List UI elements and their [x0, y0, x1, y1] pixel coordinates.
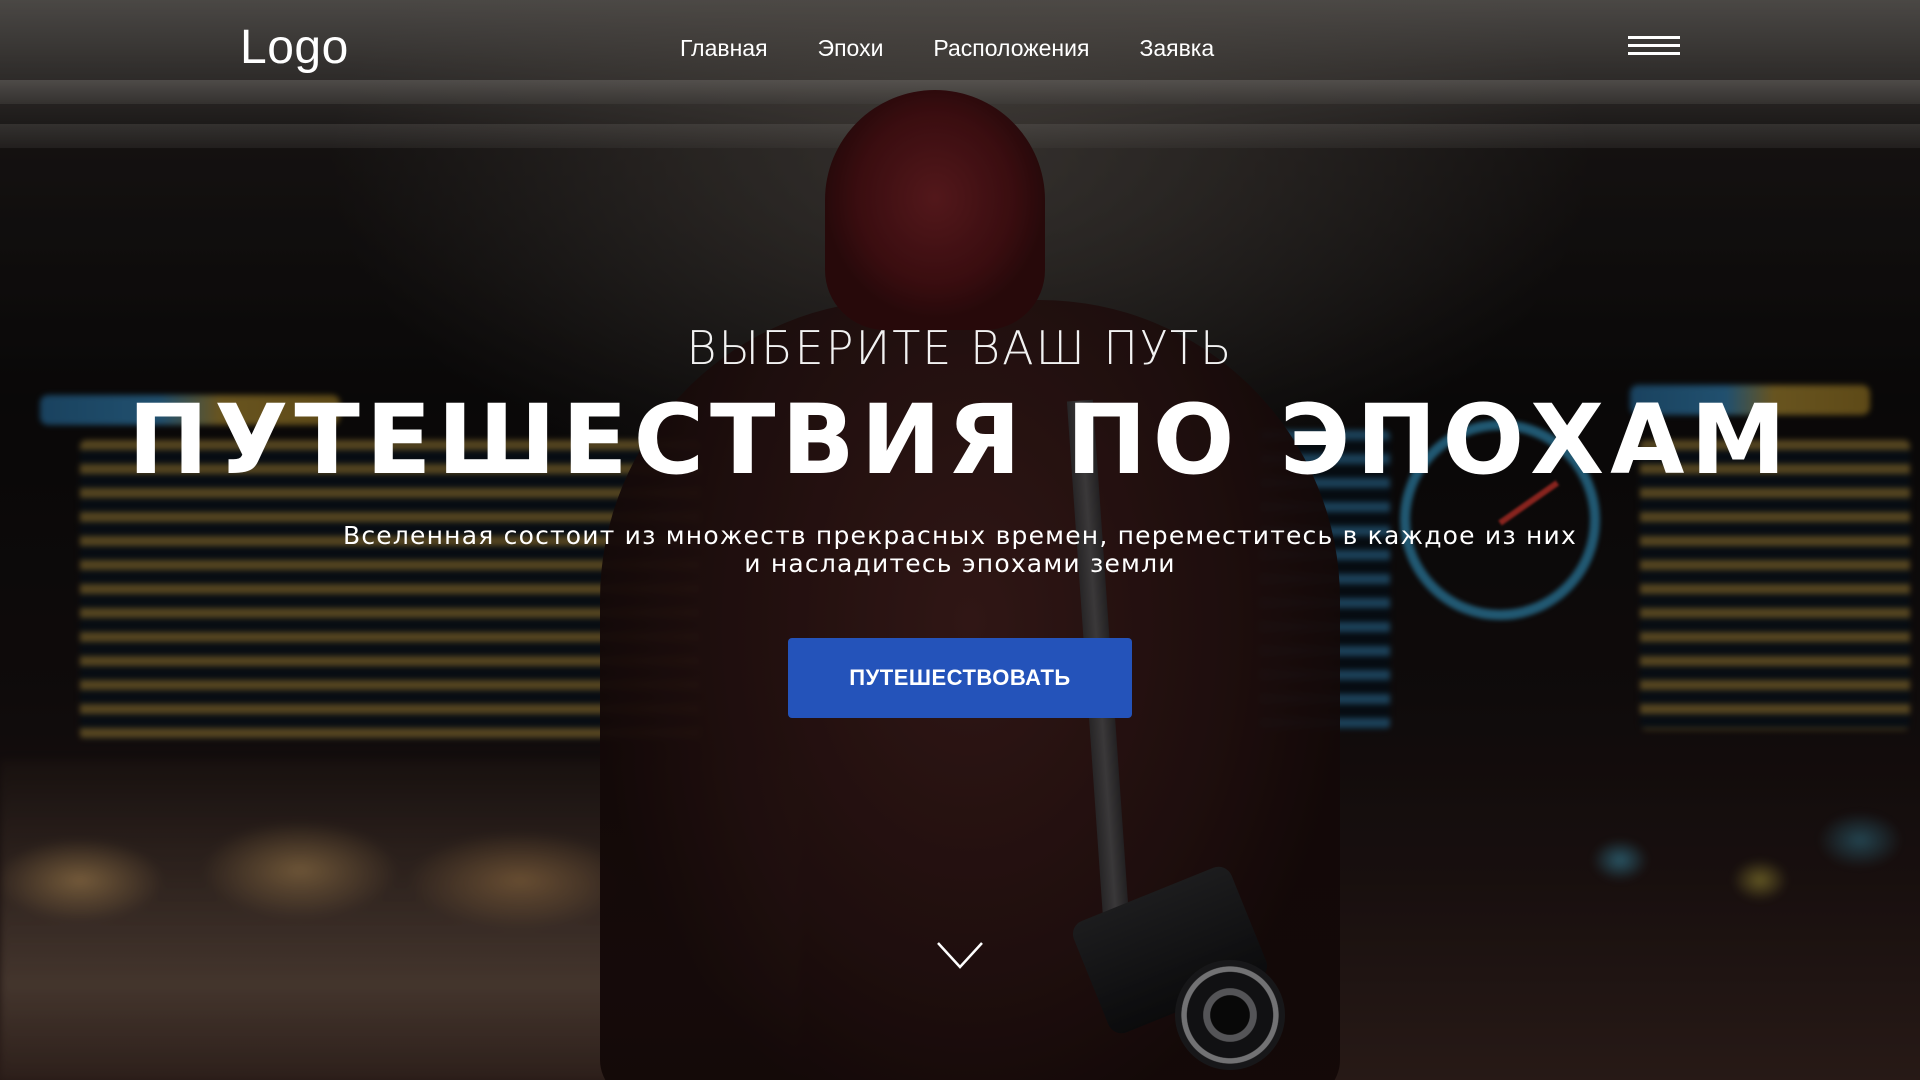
hero-eyebrow: ВЫБЕРИТЕ ВАШ ПУТЬ	[686, 321, 1234, 375]
nav-link-epochs[interactable]: Эпохи	[818, 34, 884, 62]
travel-button[interactable]: ПУТЕШЕСТВОВАТЬ	[788, 638, 1132, 718]
hero-section: ВЫБЕРИТЕ ВАШ ПУТЬ ПУТЕШЕСТВИЯ ПО ЭПОХАМ …	[0, 320, 1920, 718]
nav-link-request[interactable]: Заявка	[1139, 34, 1214, 62]
hero-subtitle-line: Вселенная состоит из множеств прекрасных…	[343, 521, 1577, 550]
site-logo[interactable]: Logo	[240, 18, 349, 78]
hero-subtitle: Вселенная состоит из множеств прекрасных…	[310, 522, 1610, 578]
hero-subtitle-line: и насладитесь эпохами земли	[744, 549, 1176, 578]
chevron-down-icon[interactable]	[936, 940, 984, 970]
site-header: Logo Главная Эпохи Расположения Заявка	[0, 0, 1920, 96]
hamburger-menu-icon[interactable]	[1628, 36, 1680, 60]
main-nav: Главная Эпохи Расположения Заявка	[680, 34, 1214, 62]
nav-link-locations[interactable]: Расположения	[933, 34, 1089, 62]
landing-page: Logo Главная Эпохи Расположения Заявка В…	[0, 0, 1920, 1080]
hero-title: ПУТЕШЕСТВИЯ ПО ЭПОХАМ	[127, 384, 1792, 496]
nav-link-home[interactable]: Главная	[680, 34, 768, 62]
